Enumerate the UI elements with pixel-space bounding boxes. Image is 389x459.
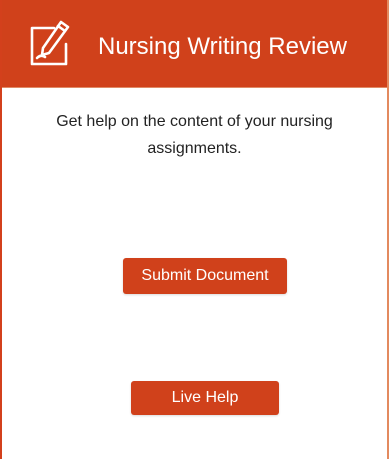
description-text: Get help on the content of your nursing … [56, 113, 333, 157]
nursing-writing-review-widget: Nursing Writing Review Get help on the c… [0, 0, 389, 459]
pencil-edit-icon [28, 20, 70, 68]
app-title: Nursing Writing Review [98, 33, 347, 60]
header-bar: Nursing Writing Review [2, 0, 387, 88]
submit-document-button[interactable]: Submit Document [123, 258, 287, 294]
live-help-button[interactable]: Live Help [131, 381, 279, 415]
